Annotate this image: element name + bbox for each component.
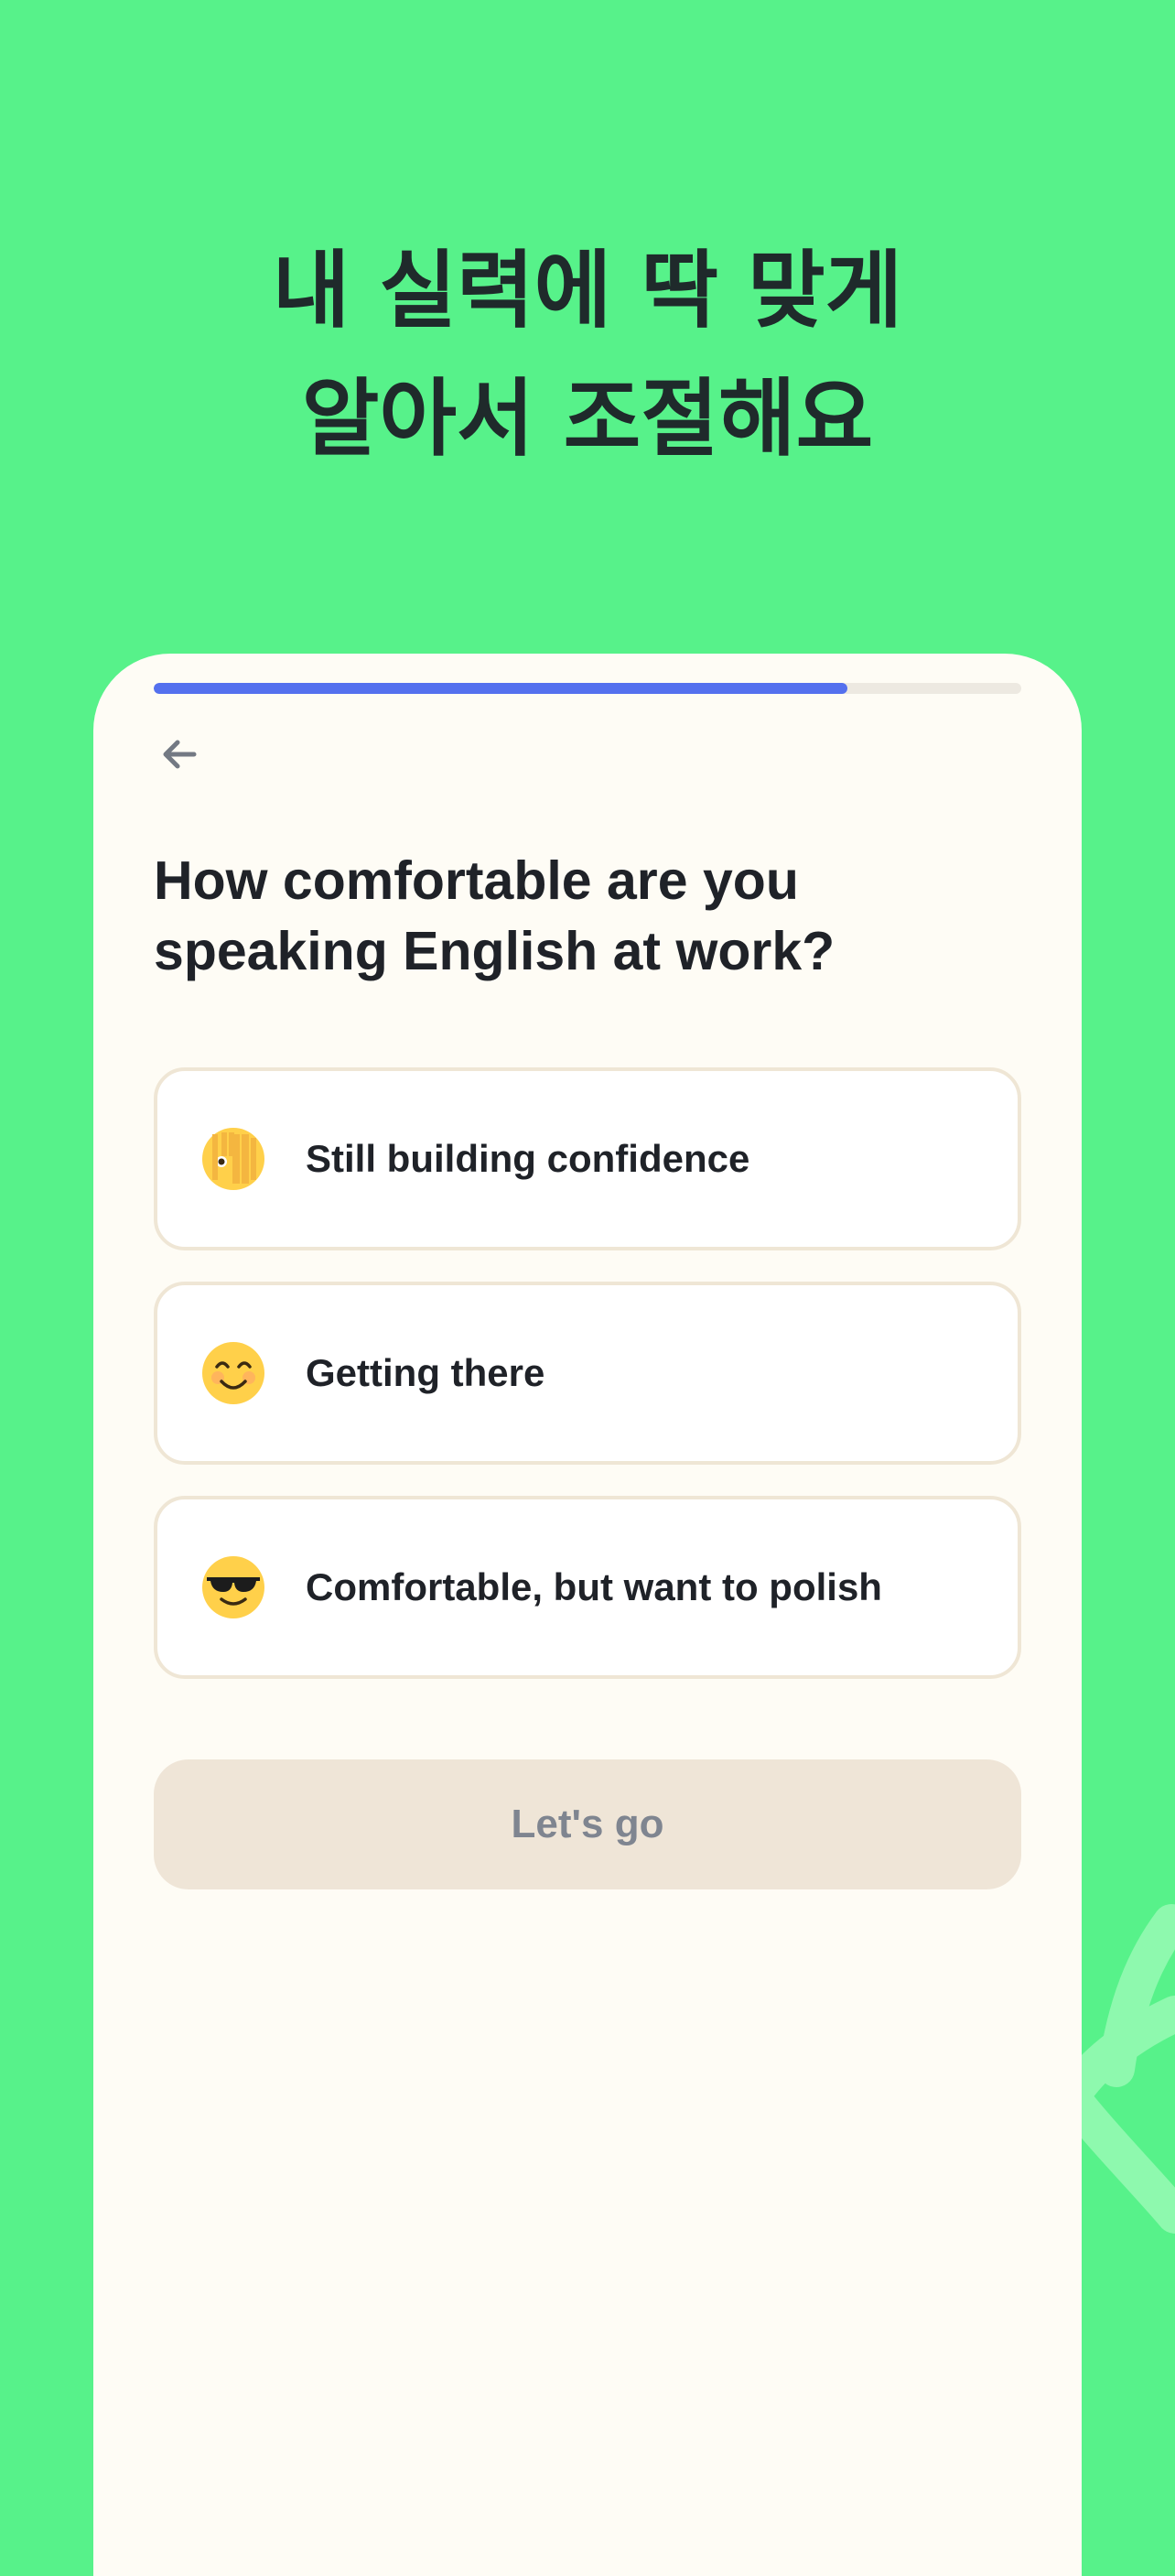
option-getting-there[interactable]: Getting there — [154, 1282, 1021, 1465]
face-with-peeking-eye-icon — [202, 1128, 264, 1190]
back-button[interactable] — [154, 729, 205, 780]
option-label: Still building confidence — [306, 1137, 750, 1180]
lets-go-button[interactable]: Let's go — [154, 1759, 1021, 1889]
promo-headline: 내 실력에 딱 맞게 알아서 조절해요 — [0, 227, 1175, 483]
survey-question-line-1: How comfortable are you — [154, 850, 799, 911]
smiling-face-with-sunglasses-icon — [202, 1556, 264, 1618]
survey-question: How comfortable are you speaking English… — [154, 846, 1014, 987]
promo-headline-line-2: 알아서 조절해요 — [301, 370, 874, 468]
arrow-left-icon — [163, 740, 197, 769]
smiling-face-icon — [202, 1342, 264, 1404]
progress-bar — [154, 683, 1021, 694]
progress-fill — [154, 683, 848, 694]
option-label: Comfortable, but want to polish — [306, 1565, 882, 1608]
survey-card: How comfortable are you speaking English… — [93, 654, 1082, 2576]
answer-options: Still building confidence Getting there … — [154, 1067, 1021, 1710]
option-still-building-confidence[interactable]: Still building confidence — [154, 1067, 1021, 1250]
option-comfortable-but-want-to-polish[interactable]: Comfortable, but want to polish — [154, 1496, 1021, 1679]
option-label: Getting there — [306, 1351, 545, 1394]
survey-question-line-2: speaking English at work? — [154, 921, 835, 981]
promo-headline-line-1: 내 실력에 딱 맞게 — [272, 242, 903, 340]
